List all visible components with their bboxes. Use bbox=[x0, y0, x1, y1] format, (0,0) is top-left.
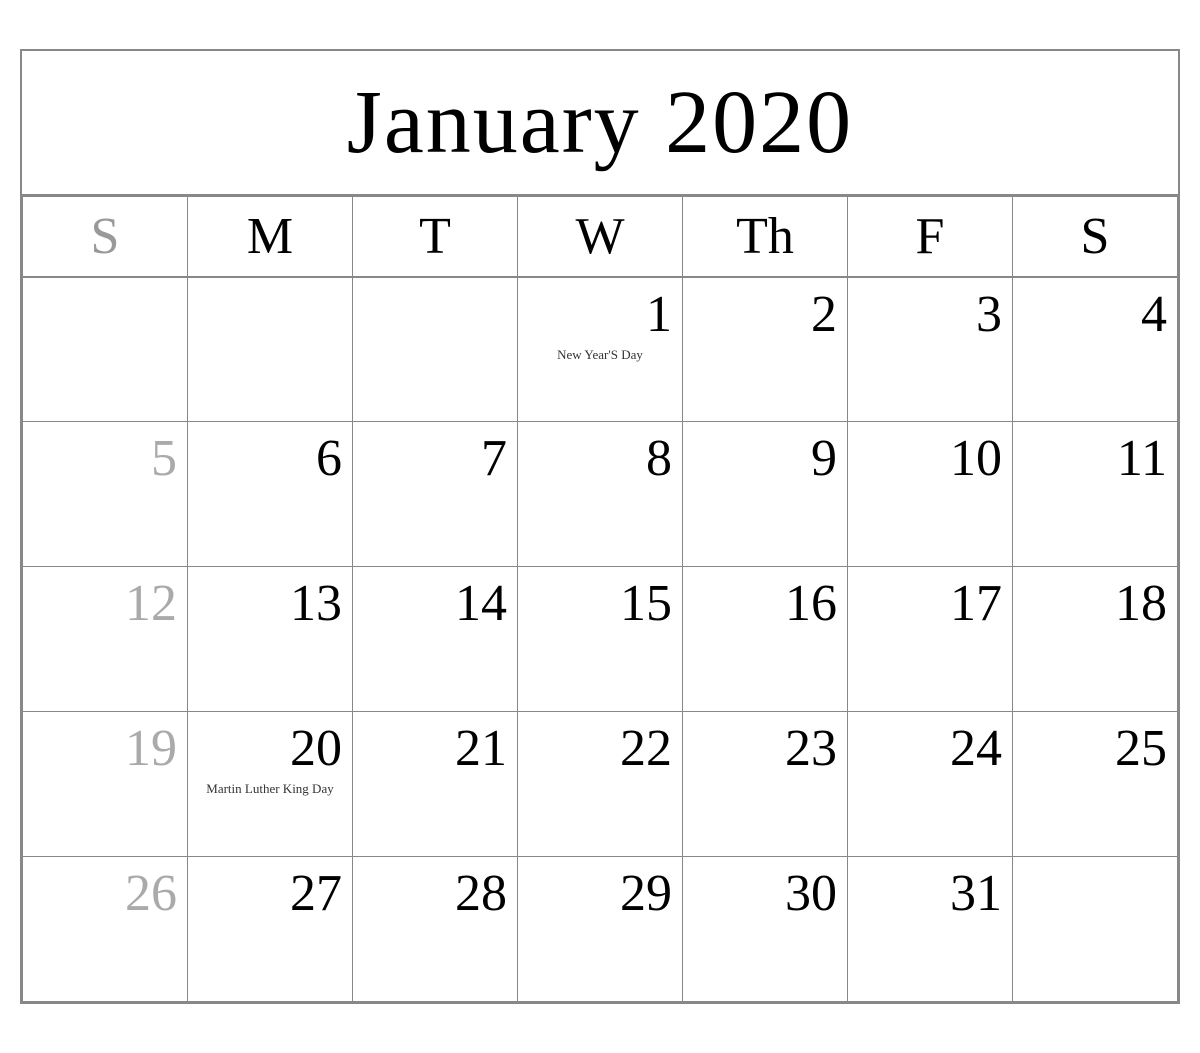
calendar-day-cell[interactable]: 22 bbox=[518, 712, 683, 857]
day-number: 29 bbox=[528, 865, 672, 922]
header-wednesday: W bbox=[518, 196, 683, 277]
calendar-day-cell[interactable]: 7 bbox=[353, 422, 518, 567]
calendar-week-row: 26 27 28 29 30 31 bbox=[23, 857, 1178, 1002]
day-number: 14 bbox=[363, 575, 507, 632]
day-number: 30 bbox=[693, 865, 837, 922]
day-number: 27 bbox=[198, 865, 342, 922]
calendar-day-cell[interactable]: 27 bbox=[188, 857, 353, 1002]
calendar-day-cell[interactable]: 12 bbox=[23, 567, 188, 712]
calendar-day-cell[interactable]: 23 bbox=[683, 712, 848, 857]
day-number: 10 bbox=[858, 430, 1002, 487]
calendar-week-row: 12 13 14 15 16 17 18 bbox=[23, 567, 1178, 712]
calendar-day-cell[interactable]: 11 bbox=[1013, 422, 1178, 567]
day-number: 21 bbox=[363, 720, 507, 777]
day-number: 18 bbox=[1023, 575, 1167, 632]
day-number: 17 bbox=[858, 575, 1002, 632]
calendar-day-cell[interactable]: 18 bbox=[1013, 567, 1178, 712]
calendar-day-cell[interactable] bbox=[1013, 857, 1178, 1002]
calendar-day-cell[interactable]: 2 bbox=[683, 277, 848, 422]
day-number: 7 bbox=[363, 430, 507, 487]
day-number: 23 bbox=[693, 720, 837, 777]
day-number: 6 bbox=[198, 430, 342, 487]
day-number: 13 bbox=[198, 575, 342, 632]
day-number: 16 bbox=[693, 575, 837, 632]
day-number: 11 bbox=[1023, 430, 1167, 487]
calendar-day-cell[interactable]: 30 bbox=[683, 857, 848, 1002]
calendar-day-cell[interactable]: 15 bbox=[518, 567, 683, 712]
day-number: 15 bbox=[528, 575, 672, 632]
day-number: 22 bbox=[528, 720, 672, 777]
calendar-day-cell[interactable]: 28 bbox=[353, 857, 518, 1002]
day-number: 2 bbox=[693, 286, 837, 343]
header-saturday: S bbox=[1013, 196, 1178, 277]
day-number: 20 bbox=[198, 720, 342, 777]
calendar-day-cell[interactable]: 5 bbox=[23, 422, 188, 567]
calendar-header: January 2020 bbox=[22, 51, 1178, 196]
day-number: 1 bbox=[528, 286, 672, 343]
day-number: 19 bbox=[33, 720, 177, 777]
calendar-day-cell[interactable] bbox=[188, 277, 353, 422]
day-headers-row: S M T W Th F S bbox=[23, 196, 1178, 277]
calendar-week-row: 19 20 Martin Luther King Day 21 22 23 24 25 bbox=[23, 712, 1178, 857]
calendar-day-cell[interactable]: 4 bbox=[1013, 277, 1178, 422]
day-number: 8 bbox=[528, 430, 672, 487]
calendar-day-cell[interactable]: 16 bbox=[683, 567, 848, 712]
calendar-day-cell[interactable]: 25 bbox=[1013, 712, 1178, 857]
header-monday: M bbox=[188, 196, 353, 277]
header-tuesday: T bbox=[353, 196, 518, 277]
calendar-day-cell[interactable]: 24 bbox=[848, 712, 1013, 857]
calendar-week-row: 1 New Year'S Day 234 bbox=[23, 277, 1178, 422]
calendar-day-cell[interactable]: 13 bbox=[188, 567, 353, 712]
day-number: 31 bbox=[858, 865, 1002, 922]
day-number: 28 bbox=[363, 865, 507, 922]
calendar-day-cell[interactable]: 31 bbox=[848, 857, 1013, 1002]
day-number: 9 bbox=[693, 430, 837, 487]
day-number: 5 bbox=[33, 430, 177, 487]
day-number: 25 bbox=[1023, 720, 1167, 777]
header-friday: F bbox=[848, 196, 1013, 277]
calendar-day-cell[interactable]: 26 bbox=[23, 857, 188, 1002]
calendar-day-cell[interactable]: 20 Martin Luther King Day bbox=[188, 712, 353, 857]
calendar-day-cell[interactable]: 10 bbox=[848, 422, 1013, 567]
calendar-day-cell[interactable]: 29 bbox=[518, 857, 683, 1002]
calendar-day-cell[interactable]: 21 bbox=[353, 712, 518, 857]
calendar-day-cell[interactable]: 6 bbox=[188, 422, 353, 567]
calendar-day-cell[interactable]: 9 bbox=[683, 422, 848, 567]
calendar-day-cell[interactable]: 8 bbox=[518, 422, 683, 567]
holiday-label: Martin Luther King Day bbox=[198, 781, 342, 798]
calendar-grid: S M T W Th F S 1New Year'S Day2345678910… bbox=[22, 196, 1178, 1003]
calendar-day-cell[interactable]: 17 bbox=[848, 567, 1013, 712]
header-thursday: Th bbox=[683, 196, 848, 277]
calendar-day-cell[interactable] bbox=[23, 277, 188, 422]
day-number: 24 bbox=[858, 720, 1002, 777]
calendar-day-cell[interactable]: 14 bbox=[353, 567, 518, 712]
calendar-body: 1New Year'S Day2345678910111213141516171… bbox=[23, 277, 1178, 1002]
calendar-week-row: 56789 10 11 bbox=[23, 422, 1178, 567]
header-sunday: S bbox=[23, 196, 188, 277]
calendar-day-cell[interactable]: 3 bbox=[848, 277, 1013, 422]
calendar-day-cell[interactable]: 19 bbox=[23, 712, 188, 857]
day-number: 3 bbox=[858, 286, 1002, 343]
calendar-day-cell[interactable]: 1 New Year'S Day bbox=[518, 277, 683, 422]
calendar-title: January 2020 bbox=[347, 73, 853, 172]
calendar-container: January 2020 S M T W Th F S 1 New Year'S … bbox=[20, 49, 1180, 1005]
holiday-label: New Year'S Day bbox=[528, 347, 672, 364]
day-number: 12 bbox=[33, 575, 177, 632]
calendar-day-cell[interactable] bbox=[353, 277, 518, 422]
day-number: 4 bbox=[1023, 286, 1167, 343]
day-number: 26 bbox=[33, 865, 177, 922]
